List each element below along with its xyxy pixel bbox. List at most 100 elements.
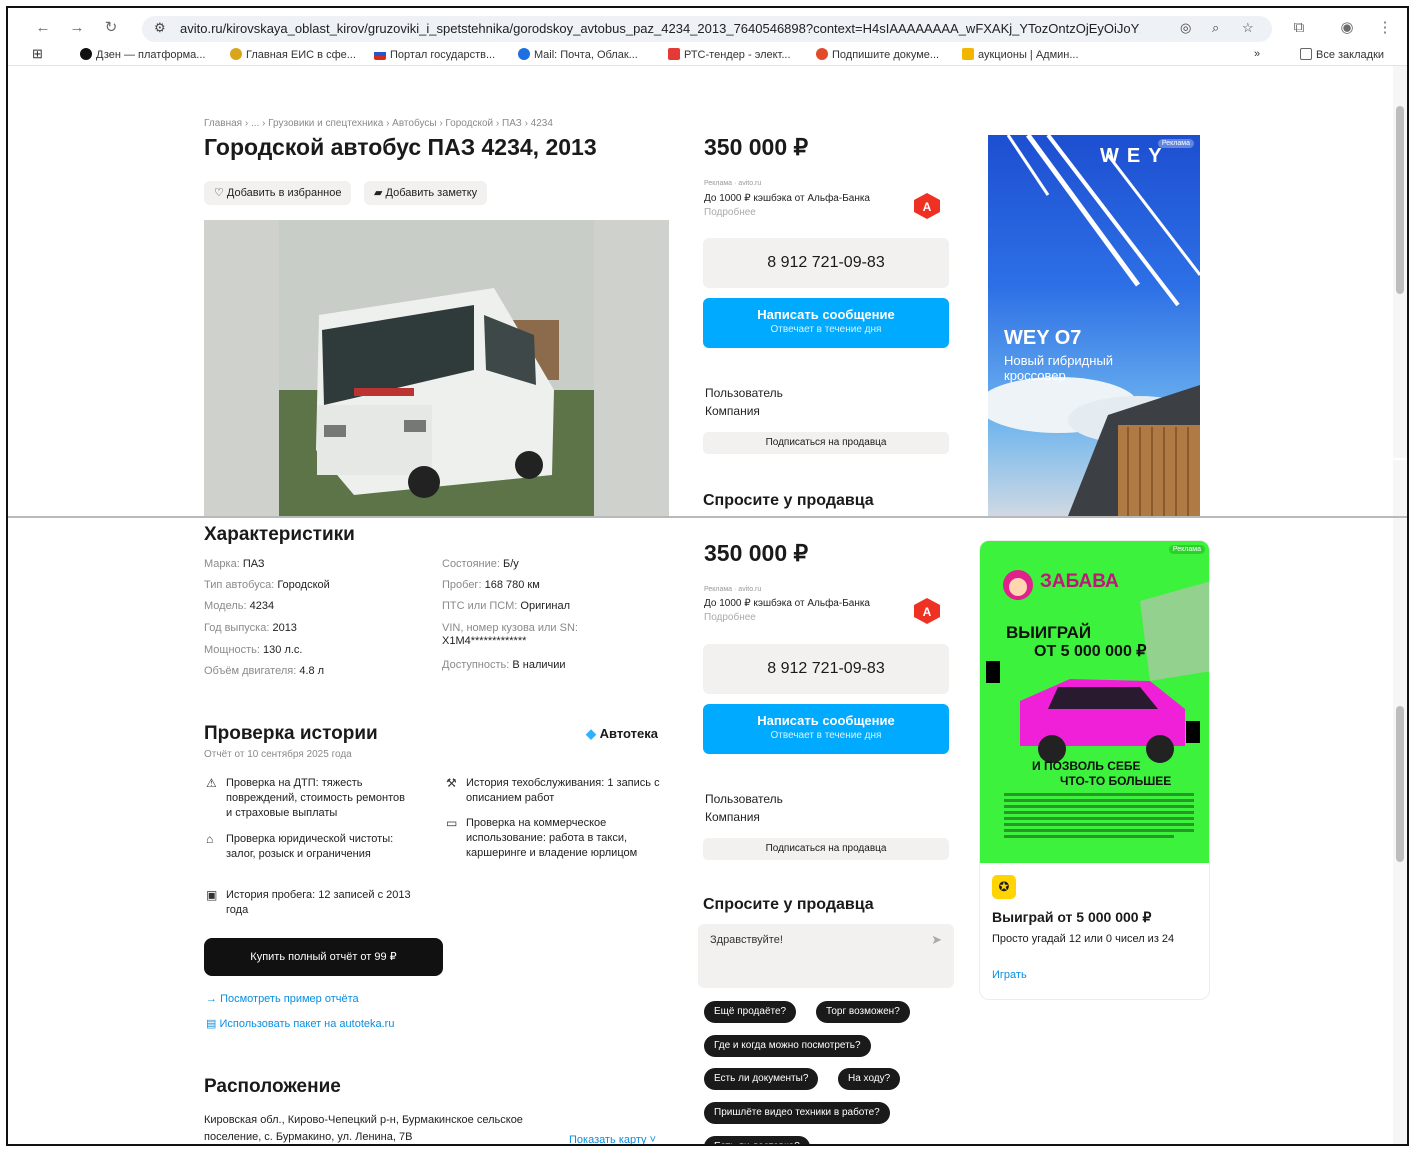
- zabava-tagline2: ЧТО-ТО БОЛЬШЕЕ: [1060, 774, 1172, 788]
- location-title: Расположение: [204, 1076, 341, 1097]
- menu-icon[interactable]: ⋮: [1374, 17, 1396, 39]
- scrollbar-thumb[interactable]: [1396, 106, 1404, 294]
- quick-question-chip[interactable]: Где и когда можно посмотреть?: [704, 1035, 871, 1057]
- zoom-icon[interactable]: ⌕: [1212, 20, 1219, 36]
- wrench-icon: ⚒: [446, 776, 457, 790]
- spec-row: Мощность: 130 л.с.: [204, 644, 303, 656]
- page-title: Городской автобус ПАЗ 4234, 2013: [204, 134, 597, 160]
- zabava-brand: ЗАБАВА: [1040, 571, 1119, 592]
- price: 350 000 ₽: [704, 540, 809, 566]
- show-phone-button[interactable]: 8 912 721-09-83: [703, 238, 949, 288]
- address-bar[interactable]: ⚙ avito.ru/kirovskaya_oblast_kirov/gruzo…: [142, 16, 1272, 42]
- buy-report-button[interactable]: Купить полный отчёт от 99 ₽: [204, 938, 443, 976]
- add-note-button[interactable]: ▰ Добавить заметку: [364, 181, 488, 205]
- quick-question-chip[interactable]: Пришлёте видео техники в работе?: [704, 1102, 890, 1124]
- add-favorite-button[interactable]: ♡ Добавить в избранное: [204, 181, 352, 205]
- alfa-bank-icon: А: [914, 193, 940, 219]
- bookmark-item[interactable]: Портал государств...: [374, 48, 495, 61]
- cashback-more-link[interactable]: Подробнее: [704, 612, 756, 623]
- screenshot-divider: [8, 516, 1407, 518]
- zabava-ad-image: Реклама ЗАБАВА ВЫИГРАЙ ОТ 5 000 000 ₽ И …: [980, 541, 1209, 863]
- subscribe-button[interactable]: Подписаться на продавца: [703, 838, 949, 860]
- spec-row: Состояние: Б/у: [442, 558, 519, 570]
- breadcrumb[interactable]: Главная › ... › Грузовики и спецтехника …: [204, 118, 553, 129]
- extensions-icon[interactable]: ⧉: [1288, 17, 1310, 39]
- zabava-ad-card[interactable]: Реклама ЗАБАВА ВЫИГРАЙ ОТ 5 000 000 ₽ И …: [979, 540, 1210, 1000]
- quick-question-chip[interactable]: Торг возможен?: [816, 1001, 910, 1023]
- chat-input[interactable]: Здравствуйте! ➤: [698, 924, 954, 988]
- spec-row: ПТС или ПСМ: Оригинал: [442, 600, 570, 612]
- show-phone-button[interactable]: 8 912 721-09-83: [703, 644, 949, 694]
- bookmark-item[interactable]: Дзен — платформа...: [80, 48, 205, 61]
- bookmark-item[interactable]: Подпишите докуме...: [816, 48, 939, 61]
- play-link[interactable]: Играть: [992, 969, 1027, 981]
- check-item: ▭ Проверка на коммерческое использование:…: [446, 816, 638, 859]
- cashback-text: До 1000 ₽ кэшбэка от Альфа-Банка: [704, 598, 870, 609]
- page-viewport: Главная › ... › Грузовики и спецтехника …: [8, 66, 1407, 1146]
- odometer-icon: ▣: [206, 888, 218, 902]
- crash-icon: ⚠: [206, 776, 217, 790]
- listing-photo[interactable]: [204, 220, 669, 516]
- url-text: avito.ru/kirovskaya_oblast_kirov/gruzovi…: [180, 21, 1140, 36]
- scrollbar-thumb[interactable]: [1396, 706, 1404, 862]
- chevron-down-icon: ˅: [649, 1134, 657, 1146]
- bookmark-item[interactable]: Главная ЕИС в сфе...: [230, 48, 356, 61]
- spec-row: Пробег: 168 780 км: [442, 579, 540, 591]
- quick-question-chip[interactable]: Есть ли документы?: [704, 1068, 819, 1090]
- forward-icon[interactable]: →: [66, 17, 88, 39]
- subscribe-button[interactable]: Подписаться на продавца: [703, 432, 949, 454]
- wey-ad-banner[interactable]: Реклама WEY WEY O7 Новый гибридный кросс…: [988, 135, 1200, 516]
- bookmark-star-icon[interactable]: ☆: [1242, 20, 1254, 36]
- browser-toolbar: ← → ↻ ⚙ avito.ru/kirovskaya_oblast_kirov…: [8, 8, 1407, 66]
- ad-tag: Реклама · avito.ru: [704, 586, 762, 593]
- scrollbar-bottom[interactable]: [1393, 460, 1407, 1144]
- cashback-text: До 1000 ₽ кэшбэка от Альфа-Банка: [704, 193, 870, 204]
- ask-seller-title: Спросите у продавца: [703, 492, 874, 509]
- back-icon[interactable]: ←: [32, 17, 54, 39]
- quick-question-chip[interactable]: На ходу?: [838, 1068, 901, 1090]
- price: 350 000 ₽: [704, 134, 809, 160]
- seller-type: Компания: [705, 810, 760, 824]
- specs-title: Характеристики: [204, 524, 355, 545]
- document-icon: ▤: [206, 1018, 217, 1030]
- all-bookmarks[interactable]: Все закладки: [1300, 48, 1384, 61]
- browser-window: ← → ↻ ⚙ avito.ru/kirovskaya_oblast_kirov…: [6, 6, 1409, 1146]
- ad-tag: Реклама · avito.ru: [704, 180, 762, 187]
- example-report-link[interactable]: → Посмотреть пример отчёта: [206, 993, 359, 1005]
- bookmark-item[interactable]: Mail: Почта, Облак...: [518, 48, 638, 61]
- write-message-button[interactable]: Написать сообщение Отвечает в течение дн…: [703, 704, 949, 754]
- ask-seller-title: Спросите у продавца: [703, 896, 874, 913]
- alfa-bank-icon: А: [914, 598, 940, 624]
- zabava-headline2: ОТ 5 000 000 ₽: [1034, 643, 1147, 660]
- site-settings-icon[interactable]: ⚙: [154, 20, 166, 36]
- more-bookmarks-icon[interactable]: »: [1254, 48, 1260, 60]
- arrow-right-icon: →: [206, 993, 217, 1005]
- scrollbar-top[interactable]: [1393, 66, 1407, 458]
- spec-row: Год выпуска: 2013: [204, 622, 297, 634]
- profile-icon[interactable]: ◉: [1336, 17, 1358, 39]
- ad2-text: Просто угадай 12 или 0 чисел из 24: [992, 933, 1175, 945]
- quick-question-chip[interactable]: Есть ли доставка?: [704, 1136, 810, 1144]
- reload-icon[interactable]: ↻: [100, 17, 122, 39]
- bookmark-item[interactable]: РТС-тендер - элект...: [668, 48, 791, 61]
- bookmarks-bar: ⊞ Дзен — платформа... Главная ЕИС в сфе.…: [8, 46, 1407, 66]
- autoteka-package-link[interactable]: ▤ Использовать пакет на autoteka.ru: [206, 1017, 394, 1030]
- seller-role: Пользователь: [705, 386, 783, 400]
- send-icon[interactable]: ➤: [931, 932, 942, 948]
- no-tracking-icon[interactable]: ◎: [1180, 20, 1191, 36]
- zabava-tagline1: И ПОЗВОЛЬ СЕБЕ: [1032, 759, 1141, 773]
- spec-row: Объём двигателя: 4.8 л: [204, 665, 325, 677]
- autoteka-icon: ◆: [586, 726, 596, 741]
- cashback-more-link[interactable]: Подробнее: [704, 207, 756, 218]
- write-message-button[interactable]: Написать сообщение Отвечает в течение дн…: [703, 298, 949, 348]
- history-title: Проверка истории: [204, 723, 378, 744]
- ad1-slogan: Новый гибридный кроссовер: [1004, 353, 1114, 383]
- bookmark-item[interactable]: аукционы | Админ...: [962, 48, 1079, 61]
- seller-type: Компания: [705, 404, 760, 418]
- check-item: ▣ История пробега: 12 записей с 2013 года: [206, 888, 411, 916]
- quick-question-chip[interactable]: Ещё продаёте?: [704, 1001, 797, 1023]
- apps-icon[interactable]: ⊞: [32, 46, 43, 62]
- show-map-link[interactable]: Показать карту ˅: [569, 1134, 657, 1146]
- bank-icon: ⌂: [206, 832, 214, 846]
- svg-text:А: А: [923, 200, 932, 214]
